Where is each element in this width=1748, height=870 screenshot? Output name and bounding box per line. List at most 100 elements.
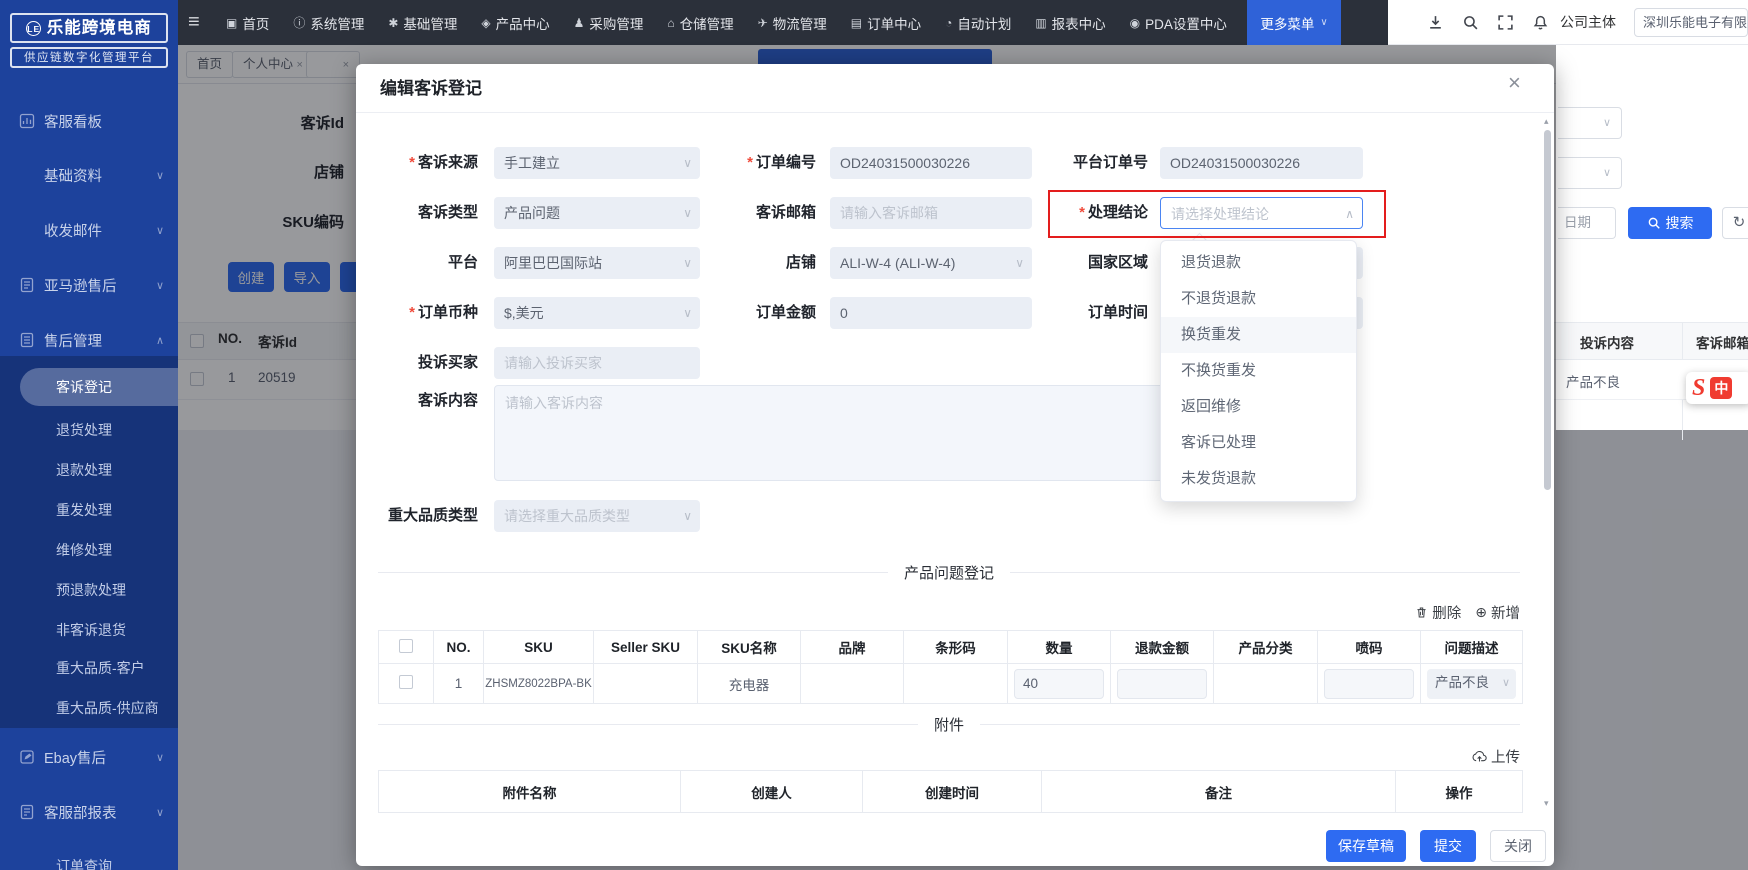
sidebar-item-mail[interactable]: 收发邮件 ∨ <box>0 214 178 246</box>
sidebar-item-order-query[interactable]: 订单查询 <box>0 850 178 870</box>
currency-value: $,美元 <box>504 305 544 321</box>
content-textarea[interactable]: 请输入客诉内容 <box>494 385 1218 481</box>
top-menu-autoplan[interactable]: ◔ 自动计划 <box>945 13 1011 33</box>
code-input[interactable] <box>1324 668 1414 699</box>
sidebar-item-noncomplaint-return[interactable]: 非客诉退货 <box>0 614 178 646</box>
sidebar-item-refund-process[interactable]: 退款处理 <box>0 454 178 486</box>
chevron-down-icon: ∨ <box>1602 167 1611 179</box>
sidebar-item-prerefund-process[interactable]: 预退款处理 <box>0 574 178 606</box>
dropdown-option[interactable]: 退货退款 <box>1161 245 1356 281</box>
logo: LE 乐能跨境电商 <box>10 13 168 43</box>
buyer-input[interactable]: 请输入投诉买家 <box>494 347 700 379</box>
fullscreen-icon[interactable] <box>1497 14 1514 31</box>
scroll-up-arrow[interactable]: ▴ <box>1544 116 1552 126</box>
date-input-fragment[interactable]: 日期 <box>1558 207 1616 239</box>
divider-line <box>1010 572 1521 573</box>
sidebar-item-resend-process[interactable]: 重发处理 <box>0 494 178 526</box>
ime-chinese-mode[interactable]: 中 <box>1710 377 1733 399</box>
field-label-currency: * 订单币种 <box>409 304 478 321</box>
table-actions: 删除 ⊕ 新增 <box>1398 602 1520 623</box>
shop-select[interactable]: ALI-W-4 (ALI-W-4) ∨ <box>830 247 1032 279</box>
filter-select-fragment[interactable]: ∨ <box>1558 107 1622 139</box>
divider-line <box>980 724 1521 725</box>
download-icon[interactable] <box>1427 14 1444 31</box>
col-header: Seller SKU <box>593 630 698 664</box>
refund-input[interactable] <box>1117 668 1207 699</box>
order-no-input[interactable]: OD24031500030226 <box>830 147 1032 179</box>
header-checkbox[interactable] <box>399 638 413 653</box>
top-menu-product[interactable]: ◈ 产品中心 <box>481 13 549 33</box>
scrollbar-thumb[interactable] <box>1544 130 1551 490</box>
platform-select[interactable]: 阿里巴巴国际站 ∨ <box>494 247 700 279</box>
type-select[interactable]: 产品问题 ∨ <box>494 197 700 229</box>
sidebar-item-cs-reports[interactable]: 客服部报表 ∨ <box>0 796 178 828</box>
sidebar-item-major-quality-customer[interactable]: 重大品质-客户 <box>0 652 178 684</box>
top-menu-system[interactable]: ⓘ 系统管理 <box>293 13 364 33</box>
sidebar-item-complaint-register-active[interactable]: 客诉登记 <box>20 368 178 406</box>
amount-input[interactable]: 0 <box>830 297 1032 329</box>
submit-button[interactable]: 提交 <box>1420 830 1476 862</box>
email-input[interactable]: 请输入客诉邮箱 <box>830 197 1032 229</box>
problem-desc-select[interactable]: 产品不良 ∨ <box>1427 668 1516 699</box>
sidebar: LE 乐能跨境电商 供应链数字化管理平台 客服看板 基础资料 ∨ 收发邮件 ∨ … <box>0 0 178 870</box>
scroll-down-arrow[interactable]: ▾ <box>1544 798 1552 808</box>
upload-link[interactable]: 上传 <box>1472 746 1520 767</box>
sidebar-item-return-process[interactable]: 退货处理 <box>0 414 178 446</box>
bell-icon[interactable] <box>1532 14 1549 31</box>
currency-select[interactable]: $,美元 ∨ <box>494 297 700 329</box>
col-header: 备注 <box>1041 770 1396 813</box>
row-complaint-content: 产品不良 <box>1566 375 1620 390</box>
sidebar-item-aftersale[interactable]: 售后管理 ∧ <box>0 324 178 356</box>
chevron-down-icon: ∨ <box>1602 117 1611 129</box>
top-menu-label: 仓储管理 <box>679 16 734 32</box>
delete-link[interactable]: 删除 <box>1415 602 1461 623</box>
search-icon[interactable] <box>1462 14 1479 31</box>
collapse-menu-icon[interactable]: ≡ <box>188 10 206 34</box>
platform-order-input[interactable]: OD24031500030226 <box>1160 147 1363 179</box>
top-menu-orders[interactable]: ▤ 订单中心 <box>851 13 921 33</box>
top-menu-purchase[interactable]: ♟ 采购管理 <box>574 13 644 33</box>
sidebar-item-label: 收发邮件 <box>44 223 102 240</box>
close-button[interactable]: 关闭 <box>1490 830 1546 862</box>
gear-icon: ✱ <box>388 15 399 30</box>
row-checkbox[interactable] <box>399 675 413 689</box>
more-menu-button[interactable]: 更多菜单 ∨ <box>1247 0 1341 45</box>
dropdown-option[interactable]: 客诉已处理 <box>1161 425 1356 461</box>
top-menu-basic[interactable]: ✱ 基础管理 <box>388 13 457 33</box>
reset-button-fragment[interactable]: ↻ <box>1722 207 1748 239</box>
dropdown-option[interactable]: 不换货重发 <box>1161 353 1356 389</box>
sidebar-item-ebay-aftersale[interactable]: Ebay售后 ∨ <box>0 741 178 773</box>
sidebar-item-label: 基础资料 <box>44 168 102 185</box>
dropdown-option[interactable]: 未发货退款 <box>1161 461 1356 497</box>
top-menu-reports[interactable]: ▥ 报表中心 <box>1035 13 1105 33</box>
close-icon[interactable]: × <box>1508 70 1521 96</box>
house-icon: ⌂ <box>667 15 675 30</box>
qty-input[interactable]: 40 <box>1014 668 1104 699</box>
top-menu-warehouse[interactable]: ⌂ 仓储管理 <box>667 13 733 33</box>
upload-action: 上传 <box>1440 746 1520 767</box>
report-icon: ▥ <box>1035 15 1047 30</box>
add-link[interactable]: ⊕ 新增 <box>1475 602 1520 623</box>
dropdown-option-hovered[interactable]: 换货重发 <box>1161 317 1356 353</box>
company-select[interactable]: 深圳乐能电子有限公 <box>1634 8 1748 37</box>
top-menu-label: 基础管理 <box>403 16 458 32</box>
dropdown-option[interactable]: 返回维修 <box>1161 389 1356 425</box>
type-value: 产品问题 <box>504 205 560 221</box>
top-menu-home[interactable]: ▣ 首页 <box>226 13 269 33</box>
save-draft-button[interactable]: 保存草稿 <box>1326 830 1406 862</box>
source-select[interactable]: 手工建立 ∨ <box>494 147 700 179</box>
sidebar-item-dashboard[interactable]: 客服看板 <box>0 105 178 137</box>
divider-line <box>378 724 918 725</box>
filter-select-fragment[interactable]: ∨ <box>1558 157 1622 189</box>
sidebar-item-basicdata[interactable]: 基础资料 ∨ <box>0 159 178 191</box>
sidebar-item-repair-process[interactable]: 维修处理 <box>0 534 178 566</box>
chevron-down-icon: ∨ <box>1501 676 1510 689</box>
dropdown-option[interactable]: 不退货退款 <box>1161 281 1356 317</box>
top-menu-pda[interactable]: ◉ PDA设置中心 <box>1130 13 1227 33</box>
top-menu-logistics[interactable]: ✈ 物流管理 <box>758 13 827 33</box>
sidebar-item-amazon-aftersale[interactable]: 亚马逊售后 ∨ <box>0 269 178 301</box>
col-header: 问题描述 <box>1420 630 1523 664</box>
sidebar-item-major-quality-supplier[interactable]: 重大品质-供应商 <box>0 692 178 724</box>
major-quality-select[interactable]: 请选择重大品质类型 ∨ <box>494 500 700 532</box>
search-button[interactable]: 搜索 <box>1628 207 1712 239</box>
